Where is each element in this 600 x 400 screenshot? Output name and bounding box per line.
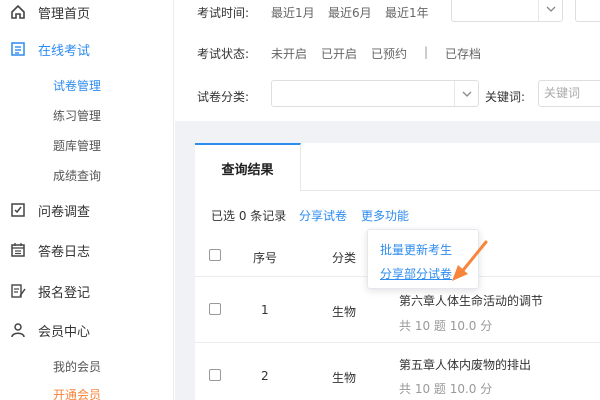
section-gap-left [175, 143, 195, 400]
sidebar-item-registration[interactable]: 报名登记 [0, 279, 174, 303]
share-paper-link[interactable]: 分享试卷 [299, 207, 347, 224]
row-category: 生物 [332, 305, 357, 319]
row-index: 2 [261, 369, 269, 383]
sidebar-subitem-paper-management[interactable]: 试卷管理 [53, 77, 101, 94]
sidebar-item-label: 会员中心 [38, 324, 91, 340]
sidebar-item-answer-log[interactable]: 答卷日志 [0, 238, 174, 262]
date-range-end-select[interactable] [575, 0, 600, 22]
tab-divider [301, 190, 600, 191]
table-row[interactable]: 2 生物 第五章人体内废物的排出 共 10 题 10.0 分 [195, 343, 600, 400]
status-option-open[interactable]: 已开启 [321, 45, 357, 62]
selected-count: 已选 0 条记录 [211, 209, 287, 223]
sidebar-item-label: 报名登记 [38, 285, 91, 301]
exam-time-label: 考试时间: [197, 6, 250, 20]
section-gap [175, 121, 600, 143]
sidebar-subitem-score-query[interactable]: 成绩查询 [53, 167, 101, 184]
batch-update-examinees-item[interactable]: 批量更新考生 [380, 241, 452, 258]
row-checkbox[interactable] [209, 303, 221, 315]
row-index: 1 [261, 303, 269, 317]
row-title[interactable]: 第六章人体生命活动的调节 [399, 292, 543, 309]
chevron-down-icon [538, 0, 562, 21]
sidebar-subitem-open-membership[interactable]: 开通会员 [53, 386, 101, 400]
keyword-input[interactable]: 关键词 [538, 80, 600, 107]
checkbox-icon [8, 200, 28, 220]
exam-status-label: 考试状态: [197, 47, 250, 61]
paper-category-select[interactable] [271, 80, 479, 107]
sidebar-item-label: 答卷日志 [38, 244, 91, 260]
status-option-archived[interactable]: 已存档 [445, 45, 481, 62]
sidebar-item-survey[interactable]: 问卷调查 [0, 198, 174, 222]
calendar-icon [8, 240, 28, 260]
chevron-down-icon [454, 81, 478, 106]
keyword-label: 关键词: [485, 90, 526, 104]
home-icon [8, 2, 28, 22]
row-category: 生物 [332, 371, 357, 385]
sidebar-subitem-my-members[interactable]: 我的会员 [53, 358, 101, 375]
time-option-1-year[interactable]: 最近1年 [385, 4, 429, 21]
exam-icon [8, 39, 28, 59]
status-option-reserved[interactable]: 已预约 [371, 45, 407, 62]
sidebar-item-member-center[interactable]: 会员中心 [0, 318, 174, 342]
status-option-not-open[interactable]: 未开启 [271, 45, 307, 62]
row-meta: 共 10 题 10.0 分 [399, 382, 493, 396]
sidebar-item-label: 在线考试 [38, 43, 91, 59]
header-category: 分类 [332, 251, 357, 265]
date-range-select[interactable] [451, 0, 563, 22]
row-title[interactable]: 第五章人体内废物的排出 [399, 356, 531, 373]
paper-category-label: 试卷分类: [197, 90, 250, 104]
row-meta: 共 10 题 10.0 分 [399, 319, 493, 333]
sidebar-subitem-question-bank[interactable]: 题库管理 [53, 137, 101, 154]
time-option-6-months[interactable]: 最近6月 [328, 4, 372, 21]
annotation-arrow-icon [452, 240, 488, 281]
tab-query-results[interactable]: 查询结果 [195, 143, 301, 191]
sidebar-subitem-practice-management[interactable]: 练习管理 [53, 107, 101, 124]
sidebar: 管理首页 在线考试 试卷管理 练习管理 题库管理 成绩查询 问卷调查 答卷日志 … [0, 0, 174, 400]
sidebar-item-online-exam[interactable]: 在线考试 [0, 37, 174, 61]
row-checkbox[interactable] [209, 369, 221, 381]
filter-panel: 考试时间: 最近1月 最近6月 最近1年 考试状态: 未开启 已开启 已预约 |… [175, 0, 600, 121]
time-option-1-month[interactable]: 最近1月 [271, 4, 315, 21]
register-icon [8, 281, 28, 301]
more-functions-link[interactable]: 更多功能 [361, 207, 409, 224]
share-partial-papers-item[interactable]: 分享部分试卷 [380, 265, 452, 282]
sidebar-item-label: 问卷调查 [38, 204, 91, 220]
sidebar-item-label: 管理首页 [38, 6, 91, 22]
status-separator: | [424, 45, 429, 59]
select-all-checkbox[interactable] [209, 249, 221, 261]
header-index: 序号 [253, 251, 278, 265]
user-icon [8, 320, 28, 340]
sidebar-item-home[interactable]: 管理首页 [0, 0, 174, 24]
